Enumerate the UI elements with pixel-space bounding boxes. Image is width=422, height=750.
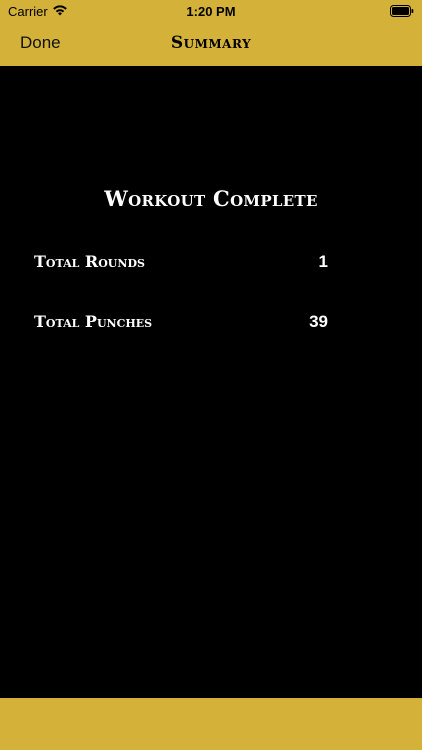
total-punches-label: Total Punches <box>34 312 153 331</box>
bottom-bar <box>0 698 422 750</box>
total-rounds-row: Total Rounds 1 <box>34 252 334 276</box>
total-punches-row: Total Punches 39 <box>34 312 334 336</box>
summary-content: Workout Complete Total Rounds 1 Total Pu… <box>0 66 422 698</box>
status-bar: Carrier 1:20 PM <box>0 0 422 22</box>
page-title: Summary <box>170 33 252 53</box>
status-time: 1:20 PM <box>186 4 236 19</box>
top-bar: Carrier 1:20 PM Done Summary <box>0 0 422 66</box>
total-rounds-label: Total Rounds <box>34 252 145 271</box>
battery-icon <box>390 5 414 17</box>
workout-complete-heading: Workout Complete <box>104 186 318 211</box>
total-punches-value: 39 <box>309 312 328 331</box>
total-rounds-value: 1 <box>318 252 328 271</box>
navigation-bar: Done Summary <box>0 22 422 66</box>
